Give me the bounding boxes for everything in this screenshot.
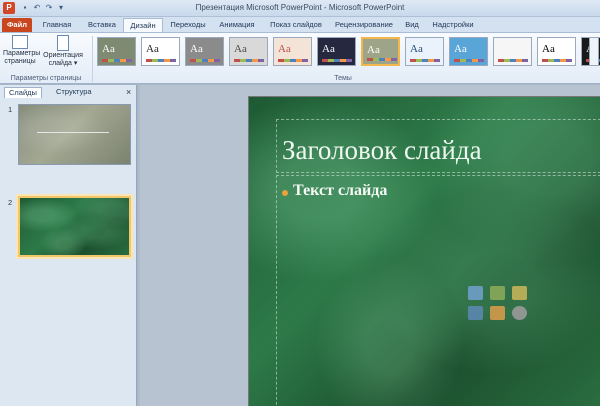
window-title: Презентация Microsoft PowerPoint - Micro… [195, 3, 405, 12]
insert-smartart-icon[interactable] [512, 286, 527, 300]
group-label-page-setup: Параметры страницы [10, 75, 82, 82]
theme-thumbnail[interactable]: Aa [405, 37, 444, 66]
group-label-themes: Темы [334, 75, 352, 82]
page-setup-icon [12, 35, 28, 49]
tab-animations[interactable]: Анимация [214, 18, 260, 32]
page-setup-label-line2: страницы [4, 58, 36, 65]
title-bar: P ▪ ↶ ↷ ▾ Презентация Microsoft PowerPoi… [0, 0, 600, 17]
content-icons [468, 286, 528, 324]
ribbon: Параметры страницы Ориентация слайда ▾ П… [0, 32, 600, 84]
theme-color-swatches [146, 59, 176, 62]
slide-number: 2 [8, 198, 13, 207]
theme-sample-text: Aa [322, 43, 335, 55]
theme-thumbnail[interactable]: Aa [273, 37, 312, 66]
panel-splitter[interactable] [138, 85, 140, 406]
slide-number: 1 [8, 105, 13, 114]
theme-color-swatches [190, 59, 220, 62]
page-setup-label-line1: Параметры [3, 50, 41, 57]
orientation-label-line2: слайда ▾ [48, 60, 78, 67]
tab-transitions[interactable]: Переходы [166, 18, 210, 32]
slide-thumbnail-1[interactable] [18, 104, 131, 165]
tab-slides[interactable]: Слайды [4, 87, 42, 98]
insert-chart-icon[interactable] [490, 286, 505, 300]
theme-sample-text: Aa [190, 43, 203, 55]
theme-sample-text: Aa [102, 43, 115, 55]
theme-thumbnail[interactable]: Aa [185, 37, 224, 66]
insert-picture-icon[interactable] [468, 306, 483, 320]
insert-media-icon[interactable] [512, 306, 527, 320]
ribbon-separator [92, 36, 93, 82]
theme-color-swatches [322, 59, 352, 62]
theme-thumbnail[interactable]: Aa [317, 37, 356, 66]
tab-view[interactable]: Вид [400, 18, 424, 32]
theme-color-swatches [542, 59, 572, 62]
theme-color-swatches [498, 59, 528, 62]
content-placeholder[interactable] [276, 175, 600, 406]
slide-orientation-button[interactable]: Ориентация слайда ▾ [40, 35, 86, 73]
theme-thumbnail[interactable]: Aa [97, 37, 136, 66]
theme-color-swatches [234, 59, 264, 62]
theme-color-swatches [410, 59, 440, 62]
tab-outline[interactable]: Структура [52, 87, 96, 98]
tab-design[interactable]: Дизайн [123, 18, 163, 32]
slide-orientation-icon [57, 35, 69, 51]
tab-addins[interactable]: Надстройки [428, 18, 478, 32]
theme-thumbnail[interactable]: Aa [361, 37, 400, 66]
theme-thumbnail[interactable]: Aa [449, 37, 488, 66]
orientation-label-line1: Ориентация [43, 52, 83, 59]
theme-sample-text: Aa [410, 43, 423, 55]
bullet-icon [282, 190, 288, 196]
tab-insert[interactable]: Вставка [82, 18, 122, 32]
theme-sample-text: Aa [454, 43, 467, 55]
tab-review[interactable]: Рецензирование [332, 18, 396, 32]
theme-sample-text: Aa [146, 43, 159, 55]
slide-body-text[interactable]: Текст слайда [293, 182, 387, 200]
theme-color-swatches [278, 59, 308, 62]
tab-slideshow[interactable]: Показ слайдов [264, 18, 328, 32]
slides-panel: Слайды Структура × 1 2 [0, 85, 137, 406]
page-setup-button[interactable]: Параметры страницы [3, 35, 41, 73]
theme-color-swatches [367, 58, 397, 61]
thumbnail-title-line [37, 132, 109, 133]
slide-title[interactable]: Заголовок слайда [282, 135, 482, 166]
gallery-scroll-arrows[interactable] [589, 37, 599, 66]
close-icon[interactable]: × [126, 87, 131, 97]
insert-clipart-icon[interactable] [490, 306, 505, 320]
theme-sample-text: Aa [278, 43, 291, 55]
theme-sample-text: Aa [367, 44, 380, 56]
theme-thumbnail[interactable]: Aa [229, 37, 268, 66]
theme-color-swatches [102, 59, 132, 62]
theme-sample-text: Aa [234, 43, 247, 55]
insert-table-icon[interactable] [468, 286, 483, 300]
theme-thumbnail[interactable]: Aa [537, 37, 576, 66]
tab-home[interactable]: Главная [36, 18, 78, 32]
theme-color-swatches [454, 59, 484, 62]
slide-canvas[interactable]: Заголовок слайда Текст слайда [248, 96, 600, 406]
tab-file[interactable]: Файл [2, 18, 32, 32]
slide-thumbnail-2[interactable] [18, 196, 131, 257]
theme-thumbnail[interactable]: Aa [141, 37, 180, 66]
theme-thumbnail[interactable] [493, 37, 532, 66]
theme-sample-text: Aa [542, 43, 555, 55]
ribbon-tabs: Файл Главная Вставка Дизайн Переходы Ани… [0, 17, 600, 32]
